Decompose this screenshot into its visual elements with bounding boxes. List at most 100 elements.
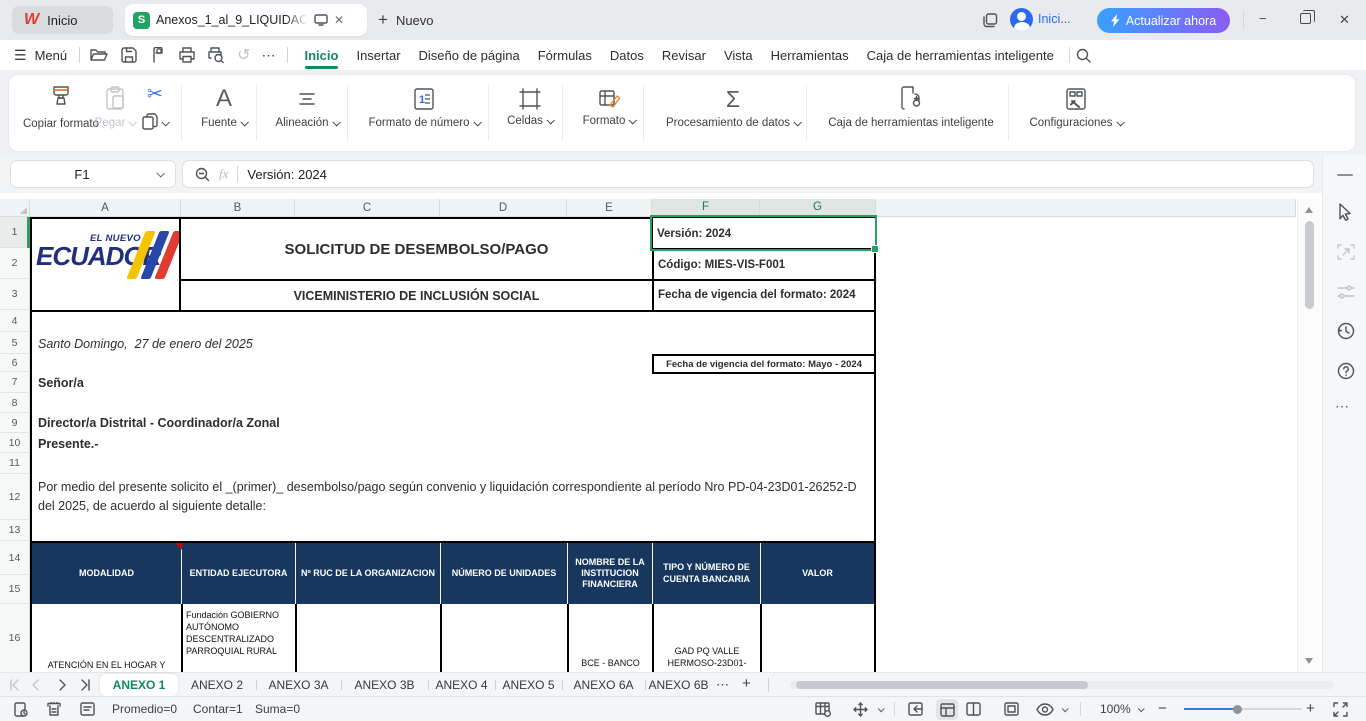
account-avatar[interactable]	[1010, 8, 1033, 31]
letter-block[interactable]: Santo Domingo, 27 de enero del 2025 Fech…	[30, 310, 876, 543]
undo-icon[interactable]: ↺	[237, 45, 250, 65]
column-header-f[interactable]: F	[652, 199, 760, 217]
last-sheet-icon[interactable]	[80, 679, 92, 691]
normal-view-active-bg[interactable]	[936, 699, 958, 720]
close-window-button[interactable]: ✕	[1339, 12, 1350, 28]
view-chevron-icon[interactable]	[1062, 705, 1069, 712]
zoom-formula-icon[interactable]	[195, 167, 210, 182]
tab-formulas[interactable]: Fórmulas	[529, 40, 601, 70]
sheet-tab-anexo-3b[interactable]: ANEXO 3B	[341, 673, 428, 697]
close-doc-tab-icon[interactable]: ✕	[334, 13, 344, 27]
copy-button[interactable]	[137, 113, 173, 131]
column-header-e[interactable]: E	[567, 199, 652, 217]
cell-f16-cuenta[interactable]: GAD PQ VALLE HERMOSO-23D01-	[654, 604, 762, 672]
tab-caja-herramientas[interactable]: Caja de herramientas inteligente	[858, 40, 1063, 70]
export-pdf-icon[interactable]	[150, 47, 166, 63]
sheet-tab-anexo-6b[interactable]: ANEXO 6B	[645, 673, 712, 697]
first-sheet-icon[interactable]	[8, 679, 20, 691]
row-header-4[interactable]: 4	[0, 310, 30, 332]
row-header-3[interactable]: 3	[0, 279, 30, 310]
sheet-tab-anexo-6a[interactable]: ANEXO 6A	[562, 673, 645, 697]
cell-e16-institucion[interactable]: BCE - BANCO	[569, 604, 654, 672]
row-header-1[interactable]: 1	[0, 217, 30, 248]
cell-f2-codigo[interactable]: Código: MIES-VIS-F001	[652, 248, 876, 281]
window-switch-icon[interactable]	[983, 13, 998, 28]
help-icon[interactable]	[1337, 362, 1355, 380]
export-range-icon[interactable]	[1337, 243, 1355, 261]
cell-a1-logo[interactable]: EL NUEVO ECUADOR	[30, 217, 181, 312]
sheet-tab-anexo-3a[interactable]: ANEXO 3A	[256, 673, 341, 697]
row-header-7[interactable]: 7	[0, 372, 30, 393]
tab-herramientas[interactable]: Herramientas	[762, 40, 858, 70]
adjust-settings-icon[interactable]	[1337, 283, 1355, 301]
print-icon[interactable]	[179, 47, 195, 63]
row-header-6[interactable]: 6	[0, 354, 30, 372]
cell-f3-vigencia[interactable]: Fecha de vigencia del formato: 2024	[652, 279, 876, 312]
document-tab[interactable]: S Anexos_1_al_9_LIQUIDACIONE ✕	[125, 4, 367, 36]
number-format-group-button[interactable]: 1 Formato de número	[354, 86, 494, 129]
row-header-9[interactable]: 9	[0, 413, 30, 433]
zoom-level[interactable]: 100%	[1100, 702, 1131, 716]
table-header-institucion[interactable]: NOMBRE DE LA INSTITUCION FINANCIERA	[567, 543, 652, 604]
more-commands-icon[interactable]: ⋯	[262, 47, 276, 64]
row-header-5[interactable]: 5	[0, 332, 30, 354]
page-break-view-icon[interactable]	[966, 702, 981, 716]
new-document-button[interactable]: + Nuevo	[378, 8, 434, 32]
column-header-b[interactable]: B	[181, 199, 295, 217]
macro-icon[interactable]	[46, 702, 62, 717]
page-layout-view-icon[interactable]	[1004, 702, 1019, 716]
pan-chevron-icon[interactable]	[878, 705, 885, 712]
tab-revisar[interactable]: Revisar	[653, 40, 715, 70]
row-header-13[interactable]: 13	[0, 520, 30, 541]
update-now-button[interactable]: Actualizar ahora	[1097, 8, 1230, 33]
column-header-a[interactable]: A	[30, 199, 181, 217]
row-header-12[interactable]: 12	[0, 474, 30, 520]
formula-input[interactable]: fx Versión: 2024	[182, 160, 1314, 188]
outline-view-icon[interactable]	[80, 702, 95, 716]
sheet-tab-anexo-5[interactable]: ANEXO 5	[495, 673, 562, 697]
cell-subtitle[interactable]: VICEMINISTERIO DE INCLUSIÓN SOCIAL	[179, 279, 654, 312]
row-header-15[interactable]: 15	[0, 575, 30, 604]
horizontal-scroll-thumb[interactable]	[796, 681, 1088, 689]
open-file-icon[interactable]	[90, 47, 108, 63]
cut-icon[interactable]: ✂	[147, 84, 163, 105]
zoom-out-button[interactable]: −	[1158, 700, 1167, 717]
settings-group-button[interactable]: Configuraciones	[996, 86, 1156, 129]
tab-vista[interactable]: Vista	[715, 40, 762, 70]
row-header-8[interactable]: 8	[0, 393, 30, 413]
cell-f6-vigencia-mayo[interactable]: Fecha de vigencia del formato: Mayo - 20…	[652, 354, 876, 374]
save-icon[interactable]	[121, 47, 137, 63]
sheet-tab-anexo-2[interactable]: ANEXO 2	[178, 673, 256, 697]
history-icon[interactable]	[1337, 322, 1355, 340]
alignment-group-button[interactable]: Alineación	[257, 86, 357, 129]
cursor-select-icon[interactable]	[1337, 203, 1355, 222]
cell-d16-unidades[interactable]	[442, 604, 569, 672]
row-header-2[interactable]: 2	[0, 248, 30, 279]
column-header-g[interactable]: G	[760, 199, 876, 217]
row-header-11[interactable]: 11	[0, 453, 30, 474]
tab-diseno-de-pagina[interactable]: Diseño de página	[410, 40, 529, 70]
fullscreen-icon[interactable]	[1333, 702, 1348, 717]
zoom-slider[interactable]	[1184, 708, 1302, 710]
cell-title[interactable]: SOLICITUD DE DESEMBOLSO/PAGO	[179, 217, 654, 281]
sheet-tab-anexo-1[interactable]: ANEXO 1	[100, 674, 178, 696]
cell-b16-entidad[interactable]: Fundación GOBIERNO AUTÓNOMO DESCENTRALIZ…	[183, 604, 297, 672]
restore-button[interactable]	[1300, 13, 1311, 24]
name-box[interactable]: F1	[10, 160, 176, 188]
tab-inicio[interactable]: Inicio	[296, 40, 348, 70]
scroll-up-icon[interactable]	[1305, 207, 1313, 213]
table-tools-icon[interactable]	[815, 702, 831, 717]
prev-sheet-icon[interactable]	[30, 679, 40, 691]
zoom-slider-thumb[interactable]	[1233, 705, 1242, 714]
cell-mode-icon[interactable]	[14, 702, 28, 717]
burger-menu-icon[interactable]: ☰	[14, 47, 27, 64]
table-header-valor[interactable]: VALOR	[760, 543, 874, 604]
print-preview-icon[interactable]	[208, 47, 225, 63]
sidebar-more-icon[interactable]: ⋯	[1335, 398, 1349, 415]
vertical-scroll-thumb[interactable]	[1305, 221, 1314, 309]
column-header-c[interactable]: C	[295, 199, 440, 217]
row-header-10[interactable]: 10	[0, 433, 30, 453]
side-by-side-icon[interactable]	[908, 702, 923, 716]
account-name[interactable]: Inici...	[1038, 12, 1071, 26]
name-box-chevron-icon[interactable]	[156, 169, 164, 177]
